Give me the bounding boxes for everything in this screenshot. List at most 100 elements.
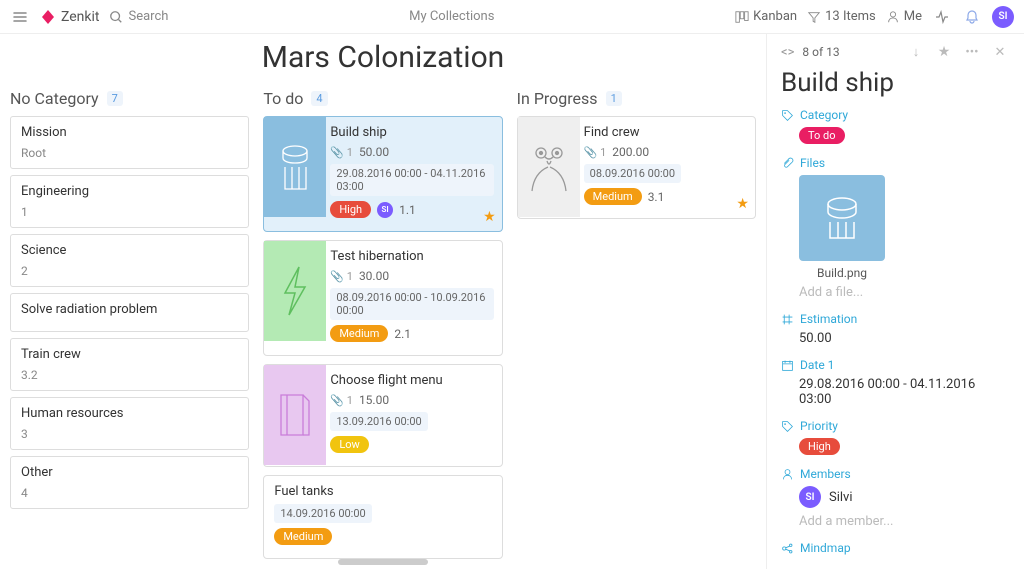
card-title: Science bbox=[21, 243, 238, 258]
view-switcher[interactable]: Kanban bbox=[735, 9, 797, 24]
field-priority: Priority High bbox=[781, 419, 1010, 455]
search[interactable]: Search bbox=[109, 9, 168, 24]
card-dates: 08.09.2016 00:00 - 10.09.2016 00:00 bbox=[330, 288, 493, 320]
kanban-card[interactable]: Build ship📎 150.0029.08.2016 00:00 - 04.… bbox=[263, 116, 502, 232]
date-value[interactable]: 29.08.2016 00:00 - 04.11.2016 03:00 bbox=[799, 377, 1010, 407]
column-count: 1 bbox=[606, 91, 622, 106]
brand-name: Zenkit bbox=[61, 9, 99, 25]
clip-icon: 📎 1 bbox=[330, 146, 353, 159]
activity-icon[interactable] bbox=[932, 7, 952, 27]
mindmap-icon bbox=[781, 542, 794, 555]
add-member[interactable]: Add a member... bbox=[799, 514, 1010, 529]
card-title: Engineering bbox=[21, 184, 238, 199]
person-icon bbox=[781, 468, 794, 481]
card-title: Choose flight menu bbox=[330, 373, 493, 388]
priority-badge: Medium bbox=[584, 188, 642, 205]
column-todo: To do 4 Build ship📎 150.0029.08.2016 00:… bbox=[263, 89, 502, 567]
card-title: Test hibernation bbox=[330, 249, 493, 264]
list-card[interactable]: Solve radiation problem bbox=[10, 293, 249, 332]
clip-icon bbox=[781, 157, 794, 170]
list-card[interactable]: Engineering 1 bbox=[10, 175, 249, 228]
kanban-card[interactable]: Choose flight menu📎 115.0013.09.2016 00:… bbox=[263, 364, 502, 467]
detail-title[interactable]: Build ship bbox=[781, 68, 1010, 98]
card-title: Train crew bbox=[21, 347, 238, 362]
card-avatar: SI bbox=[377, 202, 393, 218]
more-icon[interactable]: ••• bbox=[962, 42, 982, 62]
field-files: Files Build.png Add a file... bbox=[781, 156, 1010, 300]
card-title: Find crew bbox=[584, 125, 747, 140]
priority-badge[interactable]: High bbox=[799, 438, 840, 455]
star-icon[interactable]: ★ bbox=[934, 42, 954, 62]
card-thumb bbox=[264, 241, 326, 341]
card-estimation: 50.00 bbox=[359, 145, 389, 159]
menu-icon[interactable] bbox=[10, 7, 30, 27]
kanban-card[interactable]: Fuel tanks14.09.2016 00:00Medium bbox=[263, 475, 502, 559]
nav-prev-next-icon[interactable]: <> bbox=[781, 45, 794, 60]
clip-icon: 📎 1 bbox=[330, 270, 353, 283]
priority-badge: High bbox=[330, 201, 371, 218]
download-icon[interactable]: ↓ bbox=[906, 42, 926, 62]
scrollbar[interactable] bbox=[338, 559, 428, 565]
list-card[interactable]: Train crew 3.2 bbox=[10, 338, 249, 391]
bell-icon[interactable] bbox=[962, 7, 982, 27]
detail-panel: <> 8 of 13 ↓ ★ ••• ✕ Build ship Category… bbox=[766, 34, 1024, 569]
card-position: 1.1 bbox=[399, 203, 416, 217]
star-icon[interactable]: ★ bbox=[483, 209, 496, 225]
member-name: Silvi bbox=[829, 490, 853, 505]
field-category: Category To do bbox=[781, 108, 1010, 144]
list-card[interactable]: Human resources 3 bbox=[10, 397, 249, 450]
item-position: 8 of 13 bbox=[802, 45, 898, 59]
clip-icon: 📎 1 bbox=[584, 146, 607, 159]
card-thumb bbox=[264, 365, 326, 465]
card-meta: 3.2 bbox=[21, 368, 238, 382]
list-card[interactable]: Other4 bbox=[10, 456, 249, 509]
user-filter[interactable]: Me bbox=[886, 9, 922, 24]
card-meta: 4 bbox=[21, 486, 238, 500]
card-meta: 1 bbox=[21, 205, 238, 219]
card-thumb bbox=[264, 117, 326, 217]
avatar[interactable]: SI bbox=[992, 6, 1014, 28]
kanban-card[interactable]: Test hibernation📎 130.0008.09.2016 00:00… bbox=[263, 240, 502, 356]
member-row[interactable]: SI Silvi bbox=[799, 486, 1010, 508]
close-icon[interactable]: ✕ bbox=[990, 42, 1010, 62]
card-title: Human resources bbox=[21, 406, 238, 421]
add-file[interactable]: Add a file... bbox=[799, 285, 1010, 300]
column-count: 4 bbox=[311, 91, 327, 106]
person-icon bbox=[886, 10, 900, 24]
card-position: 3.1 bbox=[648, 190, 665, 204]
clip-icon: 📎 1 bbox=[330, 394, 353, 407]
filter-items[interactable]: 13 Items bbox=[807, 9, 876, 24]
breadcrumb[interactable]: My Collections bbox=[178, 9, 725, 24]
field-members: Members SI Silvi Add a member... bbox=[781, 467, 1010, 529]
member-avatar: SI bbox=[799, 486, 821, 508]
card-meta: Root bbox=[21, 146, 238, 160]
card-title: Fuel tanks bbox=[274, 484, 491, 499]
field-mindmap: Mindmap bbox=[781, 541, 1010, 560]
card-meta: 3 bbox=[21, 427, 238, 441]
column-header[interactable]: To do 4 bbox=[263, 89, 502, 108]
estimation-value[interactable]: 50.00 bbox=[799, 331, 1010, 346]
field-estimation: Estimation 50.00 bbox=[781, 312, 1010, 346]
file-name: Build.png bbox=[799, 266, 885, 280]
list-card[interactable]: Mission Root bbox=[10, 116, 249, 169]
column-header[interactable]: No Category 7 bbox=[10, 89, 249, 108]
priority-badge: Medium bbox=[330, 325, 388, 342]
card-dates: 14.09.2016 00:00 bbox=[274, 504, 371, 523]
search-icon bbox=[109, 10, 123, 24]
column-inprog: In Progress 1 Find crew📎 1200.0008.09.20… bbox=[517, 89, 756, 227]
card-title: Mission bbox=[21, 125, 238, 140]
list-card[interactable]: Science2 bbox=[10, 234, 249, 287]
card-thumb bbox=[518, 117, 580, 217]
column-header[interactable]: In Progress 1 bbox=[517, 89, 756, 108]
card-title: Build ship bbox=[330, 125, 493, 140]
star-icon[interactable]: ★ bbox=[736, 196, 749, 212]
file-thumb[interactable] bbox=[799, 175, 885, 261]
topbar: Zenkit Search My Collections Kanban 13 I… bbox=[0, 0, 1024, 34]
tag-icon bbox=[781, 420, 794, 433]
field-date: Date 1 29.08.2016 00:00 - 04.11.2016 03:… bbox=[781, 358, 1010, 407]
brand[interactable]: Zenkit bbox=[40, 9, 99, 25]
category-badge[interactable]: To do bbox=[799, 127, 845, 144]
kanban-card[interactable]: Find crew📎 1200.0008.09.2016 00:00Medium… bbox=[517, 116, 756, 219]
card-dates: 08.09.2016 00:00 bbox=[584, 164, 681, 183]
column-count: 7 bbox=[107, 91, 123, 106]
